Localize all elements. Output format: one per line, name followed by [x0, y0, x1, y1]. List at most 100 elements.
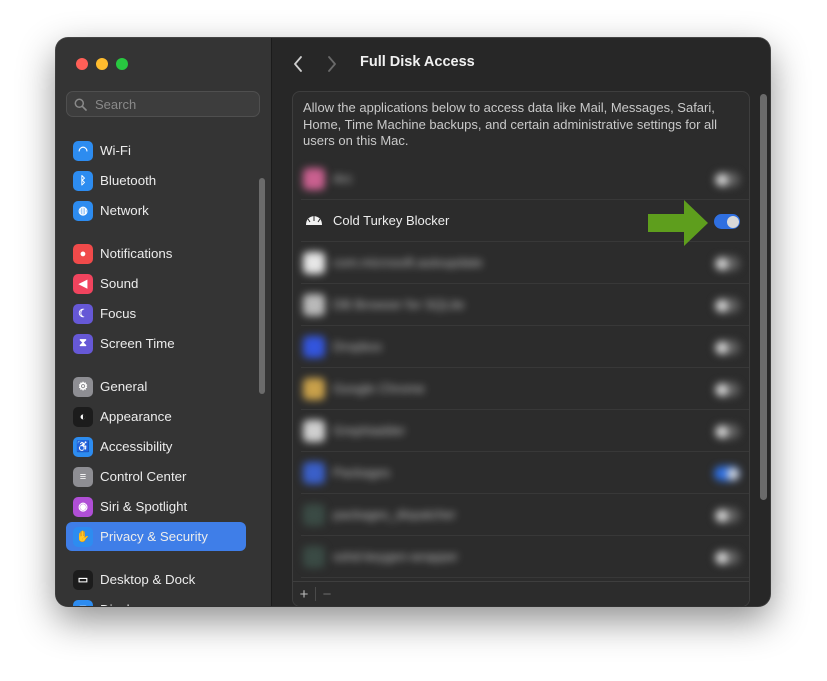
sidebar-scrollbar[interactable]	[259, 178, 265, 394]
sidebar-item-notifications[interactable]: ● Notifications	[66, 239, 246, 268]
sidebar-item-general[interactable]: ⚙ General	[66, 372, 246, 401]
sidebar: ◠ Wi-Fi ᛒ Bluetooth ◍ Network ● Notifications ◀ S…	[56, 38, 272, 606]
sidebar-item-bluetooth[interactable]: ᛒ Bluetooth	[66, 166, 246, 195]
sidebar-item-label: Displays	[100, 602, 150, 606]
dock-icon: ▭	[73, 569, 93, 590]
hand-icon: ✋	[73, 526, 93, 547]
app-icon	[303, 168, 325, 190]
app-row: Google Chrome	[293, 368, 749, 410]
wifi-icon: ◠	[73, 140, 93, 161]
sidebar-item-label: Screen Time	[100, 336, 175, 351]
app-name: packages_dispatcher	[333, 507, 456, 522]
remove-app-button[interactable]: −	[316, 586, 338, 603]
sidebar-item-network[interactable]: ◍ Network	[66, 196, 246, 225]
access-toggle[interactable]	[714, 172, 740, 187]
sidebar-item-sound[interactable]: ◀ Sound	[66, 269, 246, 298]
close-window-button[interactable]	[76, 58, 88, 70]
control-center-icon: ≡	[73, 466, 93, 487]
speaker-icon: ◀	[73, 273, 93, 294]
appearance-icon: ◐	[73, 406, 93, 427]
back-button[interactable]	[288, 54, 308, 74]
sidebar-item-label: Notifications	[100, 246, 173, 261]
sidebar-item-displays[interactable]: ▢ Displays	[66, 595, 246, 606]
app-name: sshd-keygen-wrapper	[333, 549, 459, 564]
access-toggle[interactable]	[714, 466, 740, 481]
toggle-knob	[715, 257, 728, 270]
description-text: Allow the applications below to access d…	[303, 100, 718, 148]
sidebar-item-control-center[interactable]: ≡ Control Center	[66, 462, 246, 491]
app-icon	[303, 336, 325, 358]
app-row: Arc	[293, 158, 749, 200]
app-name: Arc	[333, 171, 353, 186]
app-icon	[303, 462, 325, 484]
app-row: Grephiadder	[293, 410, 749, 452]
add-app-button[interactable]: +	[293, 586, 315, 603]
app-name: Dropbox	[333, 339, 383, 354]
app-name: com.microsoft.autoupdate	[333, 255, 483, 270]
sidebar-item-label: Accessibility	[100, 439, 173, 454]
sidebar-item-label: Bluetooth	[100, 173, 157, 188]
system-settings-window: ◠ Wi-Fi ᛒ Bluetooth ◍ Network ● Notifications ◀ S…	[56, 38, 770, 606]
toggle-knob	[715, 425, 728, 438]
app-icon	[303, 504, 325, 526]
access-toggle[interactable]	[714, 256, 740, 271]
sidebar-item-accessibility[interactable]: ♿ Accessibility	[66, 432, 246, 461]
access-toggle[interactable]	[714, 550, 740, 565]
toggle-knob	[726, 215, 739, 228]
sidebar-item-desktop-dock[interactable]: ▭ Desktop & Dock	[66, 565, 246, 594]
app-icon	[303, 546, 325, 568]
sidebar-item-label: General	[100, 379, 148, 394]
minimize-window-button[interactable]	[96, 58, 108, 70]
toggle-knob	[715, 551, 728, 564]
siri-icon: ◉	[73, 496, 93, 517]
main-pane: Full Disk Access Allow the applications …	[272, 38, 770, 606]
toggle-knob	[715, 509, 728, 522]
sidebar-item-privacy-security[interactable]: ✋ Privacy & Security	[66, 522, 246, 551]
access-toggle[interactable]	[714, 298, 740, 313]
app-name: DB Browser for SQLite	[333, 297, 465, 312]
app-row: Packages	[293, 452, 749, 494]
sidebar-item-label: Network	[100, 203, 149, 218]
sidebar-item-wi-fi[interactable]: ◠ Wi-Fi	[66, 136, 246, 165]
app-icon	[303, 378, 325, 400]
sidebar-item-siri-spotlight[interactable]: ◉ Siri & Spotlight	[66, 492, 246, 521]
app-icon	[303, 294, 325, 316]
display-icon: ▢	[73, 599, 93, 606]
app-name: Grephiadder	[333, 423, 406, 438]
sidebar-item-label: Focus	[100, 306, 137, 321]
app-name: Google Chrome	[333, 381, 425, 396]
toggle-knob	[726, 467, 739, 480]
toggle-knob	[715, 341, 728, 354]
chevron-left-icon	[294, 56, 302, 72]
access-toggle[interactable]	[714, 508, 740, 523]
sidebar-item-label: Privacy & Security	[100, 529, 208, 544]
toggle-knob	[715, 383, 728, 396]
sidebar-item-label: Sound	[100, 276, 139, 291]
access-toggle[interactable]	[714, 214, 740, 229]
globe-icon: ◍	[73, 200, 93, 221]
toggle-knob	[715, 299, 728, 312]
main-scrollbar[interactable]	[760, 94, 767, 500]
search-field[interactable]	[66, 91, 260, 117]
forward-button[interactable]	[322, 54, 342, 74]
sidebar-item-screen-time[interactable]: ⧗ Screen Time	[66, 329, 246, 358]
access-toggle[interactable]	[714, 382, 740, 397]
app-name: Cold Turkey Blocker	[333, 213, 450, 228]
gear-icon: ⚙	[73, 376, 93, 397]
sidebar-item-label: Appearance	[100, 409, 172, 424]
app-row: DB Browser for SQLite	[293, 284, 749, 326]
chevron-right-icon	[328, 56, 336, 72]
toggle-knob	[715, 173, 728, 186]
page-title: Full Disk Access	[360, 54, 475, 70]
search-input[interactable]	[93, 95, 247, 113]
full-disk-access-panel: Allow the applications below to access d…	[292, 91, 750, 606]
sidebar-item-label: Control Center	[100, 469, 187, 484]
sidebar-item-appearance[interactable]: ◐ Appearance	[66, 402, 246, 431]
sidebar-item-focus[interactable]: ☾ Focus	[66, 299, 246, 328]
access-toggle[interactable]	[714, 340, 740, 355]
annotation-arrow-icon	[648, 200, 708, 246]
accessibility-icon: ♿	[73, 436, 93, 457]
app-icon	[303, 420, 325, 442]
access-toggle[interactable]	[714, 424, 740, 439]
zoom-window-button[interactable]	[116, 58, 128, 70]
